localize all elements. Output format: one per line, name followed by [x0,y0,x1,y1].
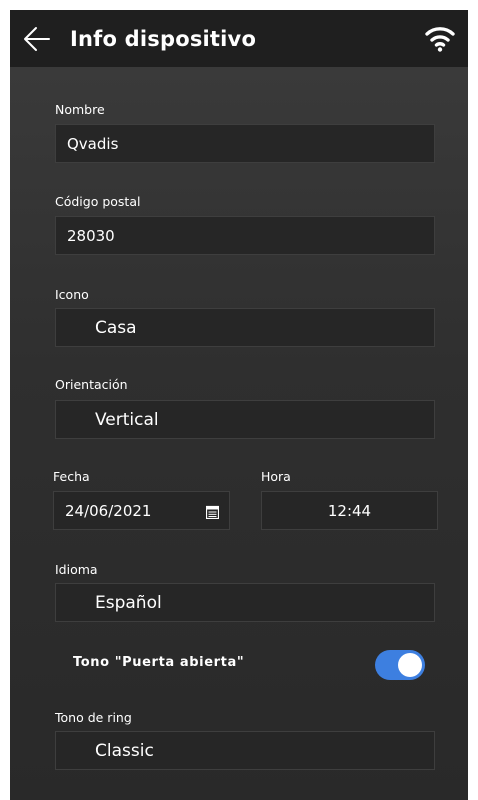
fecha-value: 24/06/2021 [65,501,152,520]
idioma-label: Idioma [55,562,98,577]
device-info-screen: Info dispositivo Nombre Qvadis Código po… [10,10,468,800]
orientacion-select[interactable]: Vertical [55,400,435,439]
codigo-postal-label: Código postal [55,194,141,209]
wifi-icon [424,23,456,53]
calendar-icon [206,505,219,519]
tono-puerta-toggle[interactable] [375,650,425,680]
fecha-field[interactable]: 24/06/2021 [53,491,230,530]
tono-ring-select[interactable]: Classic [55,731,435,770]
codigo-postal-field[interactable]: 28030 [55,216,435,255]
hora-field[interactable]: 12:44 [261,491,438,530]
hora-label: Hora [261,469,291,484]
idioma-select[interactable]: Español [55,583,435,622]
back-button[interactable] [22,25,52,53]
nombre-label: Nombre [55,102,105,117]
tono-puerta-label: Tono "Puerta abierta" [73,655,245,670]
toggle-knob [398,653,422,677]
arrow-left-icon [24,27,50,51]
orientacion-label: Orientación [55,377,128,392]
tono-ring-label: Tono de ring [55,710,132,725]
page-title: Info dispositivo [70,27,257,51]
app-header: Info dispositivo [10,10,468,67]
icono-label: Icono [55,287,89,302]
fecha-label: Fecha [53,469,90,484]
icono-select[interactable]: Casa [55,308,435,347]
nombre-field[interactable]: Qvadis [55,124,435,163]
